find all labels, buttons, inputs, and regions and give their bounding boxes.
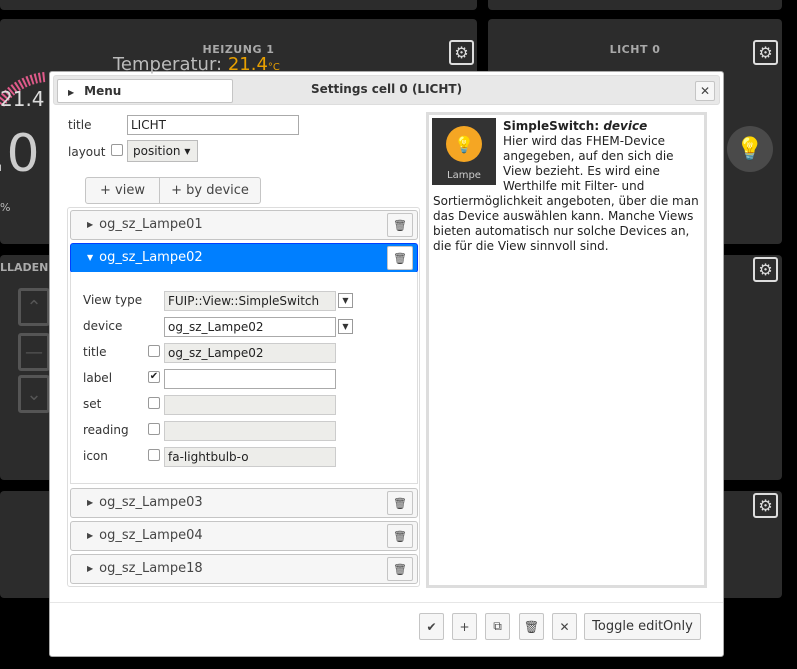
trash-icon[interactable]: 🗑 [387,213,413,237]
gear-icon[interactable]: ⚙ [449,40,474,65]
help-title-field: device [603,119,648,133]
field-reading-input[interactable] [164,421,336,441]
tile-top-left [0,0,477,10]
blind-up-button[interactable]: ⌃ [18,288,50,326]
field-label-label: label [83,371,113,385]
dialog-footer-divider [50,602,723,603]
field-title-input[interactable] [164,343,336,363]
view-name: og_sz_Lampe18 [99,561,203,576]
accordion-header-lampe04[interactable]: ▶ og_sz_Lampe04 🗑 [70,521,418,551]
temperature-line: Temperatur: 21.4°C [113,54,280,75]
caret-right-icon: ▶ [87,531,94,540]
view-name: og_sz_Lampe02 [99,250,203,265]
blind-down-button[interactable]: ⌄ [18,375,50,413]
reading-default-checkbox[interactable] [148,423,160,435]
title-label: title [68,118,92,132]
trash-icon[interactable]: 🗑 [519,613,544,640]
tile-licht-title: LICHT 0 [609,43,661,56]
view-type-value: FUIP::View::SimpleSwitch [164,291,336,311]
lightbulb-icon[interactable]: 💡 [727,126,773,172]
temperature-label: Temperatur: [113,54,223,75]
lightbulb-icon: 💡 [446,126,482,162]
field-title-label: title [83,345,107,359]
layout-select[interactable]: position ▾ [127,140,198,162]
menu-label: Menu [84,84,122,98]
blind-stop-button[interactable]: — [18,333,50,371]
field-set-input[interactable] [164,395,336,415]
add-by-device-label: + by device [171,183,249,198]
tile-top-right [488,0,782,10]
caret-right-icon: ▶ [68,88,75,97]
icon-default-checkbox[interactable] [148,449,160,461]
accordion-header-lampe03[interactable]: ▶ og_sz_Lampe03 🗑 [70,488,418,518]
chevron-down-icon[interactable]: ▼ [338,293,353,308]
close-icon[interactable]: ✕ [695,81,715,101]
close-icon[interactable]: ✕ [552,613,577,640]
lampe-caption: Lampe [447,170,481,181]
device-label: device [83,319,123,333]
view-name: og_sz_Lampe04 [99,528,203,543]
percent-label: % [0,201,11,214]
field-label-input[interactable] [164,369,336,389]
accordion-header-lampe02[interactable]: ▼ og_sz_Lampe02 🗑 [70,243,418,273]
caret-right-icon: ▶ [87,498,94,507]
view-type-label: View type [83,293,143,307]
field-set-label: set [83,397,102,411]
trash-icon[interactable]: 🗑 [387,491,413,515]
help-title: SimpleSwitch: [503,119,604,133]
title-default-checkbox[interactable] [148,345,160,357]
caret-right-icon: ▶ [87,220,94,229]
accordion-header-lampe01[interactable]: ▶ og_sz_Lampe01 🗑 [70,210,418,240]
title-input[interactable] [127,115,299,135]
toggle-editonly-button[interactable]: Toggle editOnly [584,613,701,640]
add-view-label: + view [100,183,145,198]
field-icon-input[interactable] [164,447,336,467]
plus-icon[interactable]: + [452,613,477,640]
caret-down-icon: ▼ [87,253,94,262]
field-icon-label: icon [83,449,108,463]
chevron-down-icon[interactable]: ▼ [338,319,353,334]
temperature-unit: °C [267,62,280,73]
dialog-titlebar[interactable]: Settings cell 0 (LICHT) ▶ Menu ✕ [53,75,720,105]
accordion-header-lampe18[interactable]: ▶ og_sz_Lampe18 🗑 [70,554,418,584]
lampe-preview: 💡 Lampe [432,118,496,185]
gear-icon[interactable]: ⚙ [753,257,778,282]
temperature-value: 21.4 [227,54,268,75]
menu-button[interactable]: ▶ Menu [57,79,233,103]
add-view-button[interactable]: + view [85,177,160,204]
trash-icon[interactable]: 🗑 [387,557,413,581]
view-name: og_sz_Lampe03 [99,495,203,510]
views-accordion: ▶ og_sz_Lampe01 🗑 ▼ og_sz_Lampe02 🗑 View t… [67,207,420,587]
caret-right-icon: ▶ [87,564,94,573]
tile-rollladen-title: LLADEN [0,261,49,274]
trash-icon[interactable]: 🗑 [387,524,413,548]
layout-select-value: position [133,144,181,158]
layout-label: layout [68,145,106,159]
set-default-checkbox[interactable] [148,397,160,409]
copy-icon[interactable]: ⧉ [485,613,510,640]
gear-icon[interactable]: ⚙ [753,493,778,518]
big-value: .0 [0,124,40,184]
device-input[interactable] [164,317,336,337]
trash-icon[interactable]: 🗑 [387,246,413,270]
gear-icon[interactable]: ⚙ [753,40,778,65]
view-name: og_sz_Lampe01 [99,217,203,232]
field-reading-label: reading [83,423,129,437]
layout-checkbox[interactable] [111,144,123,156]
settings-dialog: Settings cell 0 (LICHT) ▶Menu ✕ title la… [49,71,724,657]
accordion-body-lampe02: View type FUIP::View::SimpleSwitch ▼ dev… [70,272,418,484]
check-icon[interactable]: ✔ [419,613,444,640]
help-panel: SimpleSwitch: device Hier wird das FHEM-… [426,112,707,588]
gauge-value: 21.4 [0,87,45,111]
add-by-device-button[interactable]: + by device [159,177,261,204]
label-default-checkbox[interactable]: ✔ [148,371,160,383]
